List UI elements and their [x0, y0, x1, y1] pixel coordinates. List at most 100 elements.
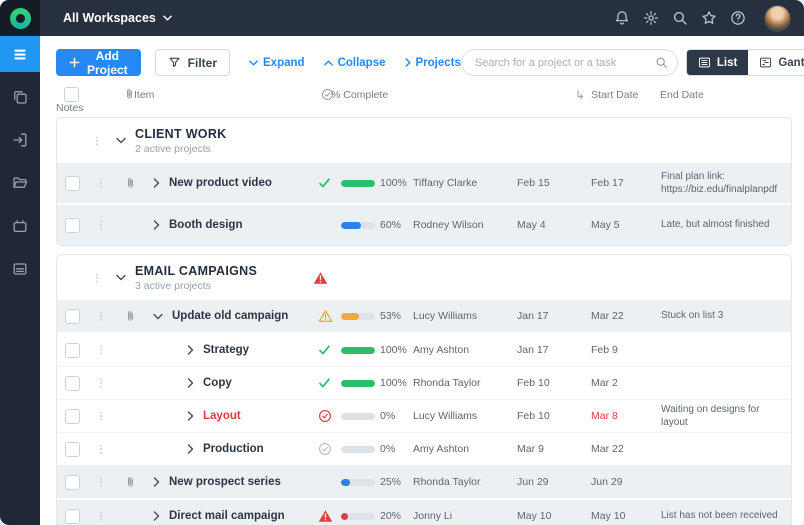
gantt-label: Gantt	[778, 57, 804, 69]
list-label: List	[717, 57, 737, 69]
app-window: All Workspaces	[0, 0, 804, 525]
row-drag-handle[interactable]	[87, 376, 115, 390]
topbar-actions	[614, 5, 804, 32]
chevron-down-icon	[163, 15, 172, 21]
row-checkbox[interactable]	[65, 218, 80, 233]
chevron-right-icon[interactable]	[153, 477, 160, 487]
user-avatar[interactable]	[764, 5, 791, 32]
sidebar-item-boards[interactable]	[0, 79, 40, 115]
row-drag-handle[interactable]	[87, 343, 115, 357]
item-name[interactable]: Update old campaign	[172, 310, 288, 322]
paperclip-icon	[124, 310, 137, 323]
gantt-view-button[interactable]: Gantt	[748, 50, 804, 75]
item-name[interactable]: Copy	[203, 377, 232, 389]
sidebar-item-report[interactable]	[0, 251, 40, 287]
search-input[interactable]	[461, 49, 678, 76]
bell-icon[interactable]	[614, 10, 630, 26]
chevron-down-icon[interactable]	[153, 313, 163, 320]
expand-link[interactable]: Expand	[249, 57, 305, 69]
search-icon[interactable]	[672, 10, 688, 26]
row-checkbox[interactable]	[65, 509, 80, 524]
header-complete[interactable]: % Complete	[331, 89, 412, 101]
filter-label: Filter	[188, 56, 217, 70]
row-checkbox[interactable]	[65, 309, 80, 324]
chevron-right-icon[interactable]	[187, 345, 194, 355]
row-drag-handle[interactable]	[87, 176, 115, 190]
select-all-checkbox[interactable]	[64, 87, 79, 102]
sign-in-icon	[12, 132, 28, 148]
group-subtitle: 3 active projects	[135, 280, 257, 292]
responsible: Jonny Li	[413, 510, 517, 522]
item-name[interactable]: New prospect series	[169, 476, 281, 488]
row-drag-handle[interactable]	[87, 218, 115, 232]
item-name[interactable]: Strategy	[203, 344, 249, 356]
end-date: Mar 22	[591, 443, 661, 455]
progress-bar	[341, 513, 375, 520]
calendar-icon	[12, 218, 28, 234]
item-name[interactable]: Booth design	[169, 219, 242, 231]
sidebar-item-list-view[interactable]	[0, 36, 40, 72]
toolbar: Add Project Filter Expand Collapse Proje…	[40, 36, 804, 85]
start-date: Feb 15	[517, 177, 591, 189]
notes: List has not been received	[661, 509, 791, 523]
item-name[interactable]: Production	[203, 443, 264, 455]
paperclip-icon	[124, 177, 137, 190]
row-drag-handle[interactable]	[87, 509, 115, 523]
group-drag-handle[interactable]	[91, 134, 103, 148]
percent-complete: 0%	[377, 410, 413, 422]
app-logo[interactable]	[0, 0, 40, 36]
row-drag-handle[interactable]	[87, 409, 115, 423]
progress-bar	[341, 413, 375, 420]
chevron-right-icon[interactable]	[187, 378, 194, 388]
workspace-switcher[interactable]: All Workspaces	[57, 10, 178, 26]
add-project-button[interactable]: Add Project	[56, 49, 141, 76]
help-icon[interactable]	[730, 10, 746, 26]
chevron-right-icon[interactable]	[187, 444, 194, 454]
chevron-right-icon[interactable]	[153, 511, 160, 521]
item-name[interactable]: Direct mail campaign	[169, 510, 285, 522]
projects-link[interactable]: Projects	[405, 57, 461, 69]
group-title: EMAIL CAMPAIGNS	[135, 264, 257, 278]
start-date: May 10	[517, 510, 591, 522]
paperclip-icon	[124, 476, 137, 489]
header-item[interactable]: Item	[134, 89, 314, 101]
sidebar-item-folder[interactable]	[0, 165, 40, 201]
responsible: Lucy Williams	[413, 310, 517, 322]
filter-button[interactable]: Filter	[155, 49, 230, 76]
item-name[interactable]: Layout	[203, 410, 241, 422]
collapse-link[interactable]: Collapse	[324, 57, 386, 69]
row-checkbox[interactable]	[65, 376, 80, 391]
chevron-up-icon	[324, 60, 333, 66]
progress-bar	[341, 479, 375, 486]
header-notes[interactable]: Notes	[56, 102, 86, 114]
table-row: Production0%Amy AshtonMar 9Mar 22	[57, 433, 791, 466]
chevron-down-icon[interactable]	[116, 274, 126, 281]
row-drag-handle[interactable]	[87, 442, 115, 456]
notes: Waiting on designs for layout	[661, 403, 791, 430]
header-start-date[interactable]: ↳ Start Date	[575, 88, 660, 102]
header-end-date[interactable]: End Date	[660, 89, 792, 101]
row-checkbox[interactable]	[65, 343, 80, 358]
row-drag-handle[interactable]	[87, 309, 115, 323]
group-header: EMAIL CAMPAIGNS 3 active projects	[57, 255, 791, 300]
chevron-right-icon[interactable]	[153, 178, 160, 188]
list-view-button[interactable]: List	[687, 50, 748, 75]
responsible: Lucy Williams	[413, 410, 517, 422]
gear-icon[interactable]	[643, 10, 659, 26]
row-checkbox[interactable]	[65, 176, 80, 191]
row-checkbox[interactable]	[65, 475, 80, 490]
sidebar-item-sign-in[interactable]	[0, 122, 40, 158]
row-checkbox[interactable]	[65, 409, 80, 424]
sidebar-item-calendar[interactable]	[0, 208, 40, 244]
row-drag-handle[interactable]	[87, 475, 115, 489]
group-drag-handle[interactable]	[91, 271, 103, 285]
star-icon[interactable]	[701, 10, 717, 26]
chevron-right-icon[interactable]	[187, 411, 194, 421]
row-checkbox[interactable]	[65, 442, 80, 457]
expand-label: Expand	[263, 57, 305, 69]
chevron-down-icon[interactable]	[116, 137, 126, 144]
circle-check-icon	[318, 409, 332, 423]
chevron-right-icon[interactable]	[153, 220, 160, 230]
item-name[interactable]: New product video	[169, 177, 272, 189]
folder-icon	[12, 175, 28, 191]
